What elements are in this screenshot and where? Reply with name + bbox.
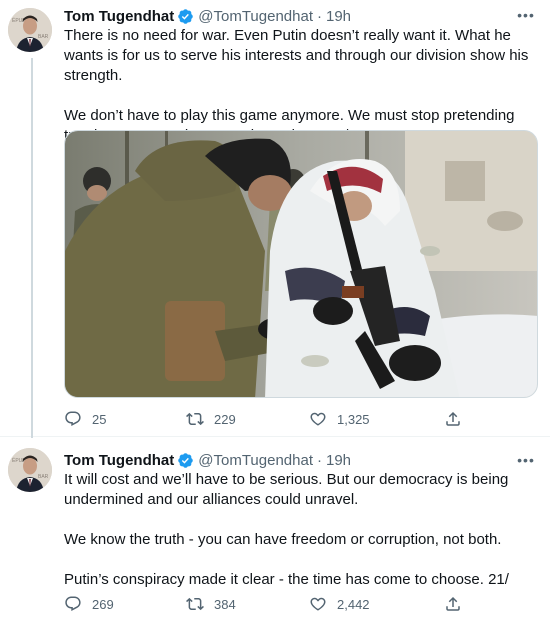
reply-icon — [64, 410, 82, 428]
reply-icon — [64, 595, 82, 613]
author-handle[interactable]: @TomTugendhat — [198, 452, 313, 469]
reply-count: 25 — [92, 411, 107, 427]
avatar[interactable]: ÉPUBL BAR — [8, 8, 52, 52]
tweet-photo[interactable] — [64, 130, 538, 398]
separator-dot: · — [317, 7, 322, 25]
timestamp[interactable]: 19h — [326, 8, 351, 25]
tweet-actions: 25 229 1,325 — [64, 408, 464, 430]
tweet-text: It will cost and we’ll have to be seriou… — [64, 470, 542, 590]
like-count: 1,325 — [337, 411, 370, 427]
more-options-icon[interactable]: ••• — [516, 5, 536, 25]
heart-icon — [309, 410, 327, 428]
retweet-button[interactable]: 229 — [186, 410, 236, 428]
thread-connector-line — [31, 58, 33, 438]
retweet-count: 229 — [214, 411, 236, 427]
author-name[interactable]: Tom Tugendhat — [64, 8, 174, 25]
tweet-actions: 269 384 2,442 — [64, 593, 464, 615]
like-button[interactable]: 1,325 — [309, 410, 370, 428]
tweet-paragraph: It will cost and we’ll have to be seriou… — [64, 471, 509, 508]
svg-text:BAR: BAR — [38, 34, 49, 40]
author-handle[interactable]: @TomTugendhat — [198, 8, 313, 25]
svg-text:BAR: BAR — [38, 474, 49, 480]
share-icon — [444, 410, 462, 428]
tweet-paragraph: We know the truth - you can have freedom… — [64, 531, 502, 548]
retweet-count: 384 — [214, 596, 236, 612]
share-button[interactable] — [444, 410, 462, 428]
retweet-button[interactable]: 384 — [186, 595, 236, 613]
share-button[interactable] — [444, 595, 462, 613]
tweet-text: There is no need for war. Even Putin doe… — [64, 26, 542, 146]
retweet-icon — [186, 410, 204, 428]
more-options-icon[interactable]: ••• — [516, 450, 536, 470]
tweet[interactable]: ÉPUBL BAR Tom Tugendhat @TomTugendhat · … — [0, 0, 550, 438]
like-button[interactable]: 2,442 — [309, 595, 370, 613]
retweet-icon — [186, 595, 204, 613]
reply-button[interactable]: 269 — [64, 595, 114, 613]
tweet-paragraph: There is no need for war. Even Putin doe… — [64, 27, 529, 84]
timestamp[interactable]: 19h — [326, 452, 351, 469]
tweet-header: Tom Tugendhat @TomTugendhat · 19h — [64, 6, 351, 26]
separator-dot: · — [317, 451, 322, 469]
tweet-paragraph: Putin’s conspiracy made it clear - the t… — [64, 571, 509, 588]
reply-count: 269 — [92, 596, 114, 612]
share-icon — [444, 595, 462, 613]
photo-soldiers-training-snow-icon — [65, 131, 537, 397]
heart-icon — [309, 595, 327, 613]
avatar[interactable]: ÉPUBL BAR — [8, 448, 52, 492]
tweet[interactable]: ÉPUBL BAR Tom Tugendhat @TomTugendhat · … — [0, 438, 550, 620]
verified-badge-icon — [177, 8, 194, 25]
author-name[interactable]: Tom Tugendhat — [64, 452, 174, 469]
verified-badge-icon — [177, 452, 194, 469]
tweet-header: Tom Tugendhat @TomTugendhat · 19h — [64, 450, 351, 470]
reply-button[interactable]: 25 — [64, 410, 106, 428]
like-count: 2,442 — [337, 596, 370, 612]
